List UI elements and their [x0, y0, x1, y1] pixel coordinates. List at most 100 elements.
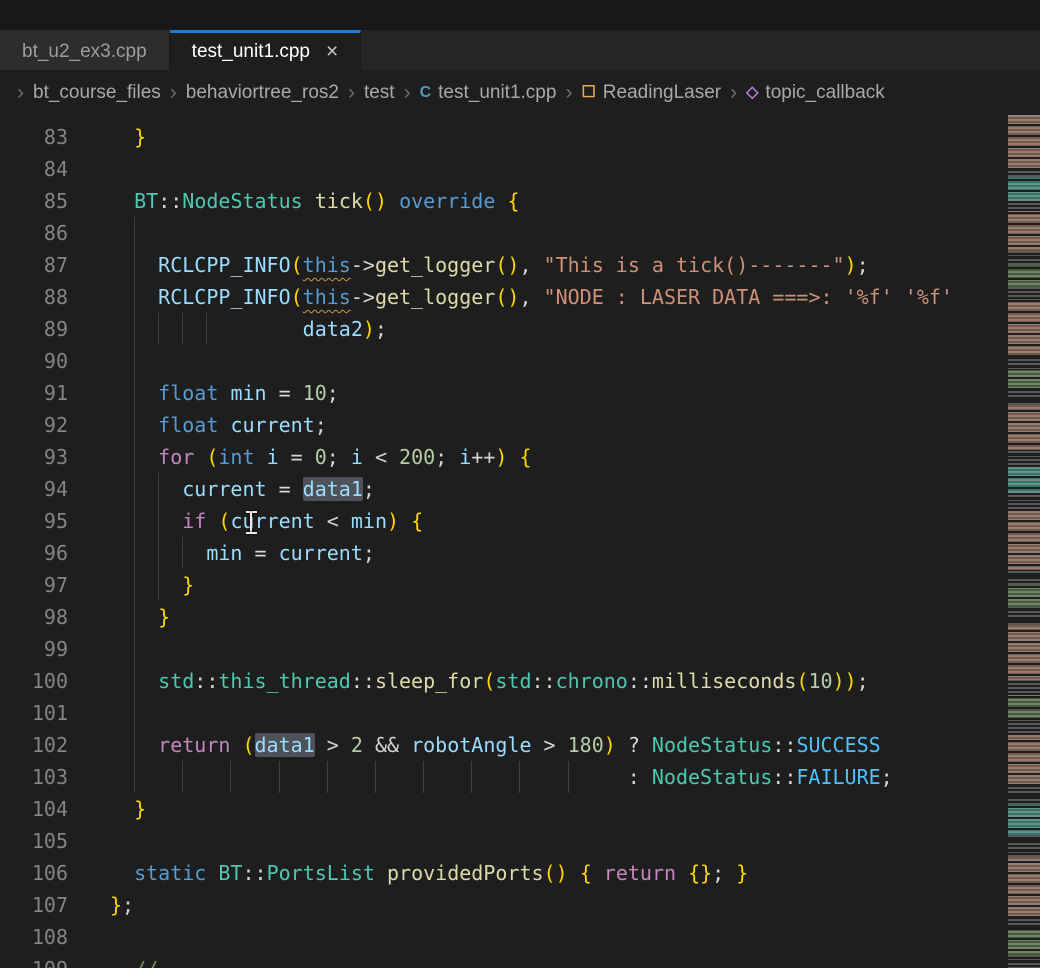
- code-lines: 83 }8485 BT::NodeStatus tick() override …: [0, 115, 1008, 968]
- line-number[interactable]: 101: [0, 697, 68, 729]
- breadcrumb: ›bt_course_files›behaviortree_ros2›test›…: [0, 70, 1040, 115]
- line-number[interactable]: 90: [0, 345, 68, 377]
- code-line[interactable]: 106 static BT::PortsList providedPorts()…: [0, 857, 1008, 889]
- line-number[interactable]: 83: [0, 121, 68, 153]
- code-token: [110, 957, 134, 968]
- code-line[interactable]: 92 float current;: [0, 409, 1008, 441]
- code-token: current: [279, 541, 363, 565]
- code-line[interactable]: 89 data2);: [0, 313, 1008, 345]
- code-token: ::: [194, 669, 218, 693]
- breadcrumb-item-test_unit1.cpp[interactable]: Ctest_unit1.cpp: [420, 82, 557, 104]
- code-line[interactable]: 109 //----------------------------------…: [0, 953, 1008, 968]
- line-number[interactable]: 99: [0, 633, 68, 665]
- code-line[interactable]: 90: [0, 345, 1008, 377]
- code-line[interactable]: 95 if (current < min) {: [0, 505, 1008, 537]
- code-line[interactable]: 86: [0, 217, 1008, 249]
- line-number[interactable]: 94: [0, 473, 68, 505]
- code-line[interactable]: 96 min = current;: [0, 537, 1008, 569]
- code-token: static: [134, 861, 206, 885]
- code-token: [110, 541, 206, 565]
- class-symbol-icon: ☐: [581, 85, 595, 101]
- code-token: 10: [808, 669, 832, 693]
- code-token: [206, 509, 218, 533]
- code-token: if: [182, 509, 206, 533]
- breadcrumb-item-bt_course_files[interactable]: bt_course_files: [33, 82, 161, 104]
- code-line[interactable]: 91 float min = 10;: [0, 377, 1008, 409]
- line-number[interactable]: 100: [0, 665, 68, 697]
- code-token: return: [604, 861, 676, 885]
- line-number[interactable]: 93: [0, 441, 68, 473]
- line-number[interactable]: 95: [0, 505, 68, 537]
- line-number[interactable]: 109: [0, 953, 68, 968]
- code-line[interactable]: 104 }: [0, 793, 1008, 825]
- line-number[interactable]: 91: [0, 377, 68, 409]
- line-number[interactable]: 89: [0, 313, 68, 345]
- line-number[interactable]: 98: [0, 601, 68, 633]
- code-token: robotAngle: [411, 733, 531, 757]
- line-number[interactable]: 103: [0, 761, 68, 793]
- tab-test_unit1.cpp[interactable]: test_unit1.cpp×: [170, 30, 362, 70]
- code-line[interactable]: 87 RCLCPP_INFO(this->get_logger(), "This…: [0, 249, 1008, 281]
- minimap[interactable]: [1008, 115, 1040, 968]
- code-line[interactable]: 108: [0, 921, 1008, 953]
- code-line[interactable]: 99: [0, 633, 1008, 665]
- line-number[interactable]: 104: [0, 793, 68, 825]
- line-number[interactable]: 92: [0, 409, 68, 441]
- indent-guide: [134, 345, 135, 377]
- code-token: ,: [519, 253, 543, 277]
- code-token: BT: [218, 861, 242, 885]
- breadcrumb-item-test[interactable]: test: [364, 82, 395, 104]
- code-token: std: [495, 669, 531, 693]
- line-number[interactable]: 107: [0, 889, 68, 921]
- line-number[interactable]: 108: [0, 921, 68, 953]
- tab-close-button[interactable]: ×: [326, 41, 338, 62]
- code-token: ;: [435, 445, 459, 469]
- breadcrumb-item-topic_callback[interactable]: ◇topic_callback: [746, 82, 885, 104]
- chevron-right-icon: ›: [17, 81, 24, 105]
- code-token: override: [399, 189, 495, 213]
- line-number[interactable]: 102: [0, 729, 68, 761]
- code-line[interactable]: 97 }: [0, 569, 1008, 601]
- code-line[interactable]: 88 RCLCPP_INFO(this->get_logger(), "NODE…: [0, 281, 1008, 313]
- code-line[interactable]: 83 }: [0, 121, 1008, 153]
- code-token: }: [158, 605, 170, 629]
- code-line[interactable]: 94 current = data1;: [0, 473, 1008, 505]
- code-line[interactable]: 103 : NodeStatus::FAILURE;: [0, 761, 1008, 793]
- code-token: [303, 189, 315, 213]
- code-line[interactable]: 93 for (int i = 0; i < 200; i++) {: [0, 441, 1008, 473]
- line-number[interactable]: 87: [0, 249, 68, 281]
- code-token: return: [158, 733, 230, 757]
- code-line[interactable]: 84: [0, 153, 1008, 185]
- line-number[interactable]: 106: [0, 857, 68, 889]
- code-token: ): [604, 733, 616, 757]
- code-line[interactable]: 98 }: [0, 601, 1008, 633]
- code-token: NodeStatus: [182, 189, 302, 213]
- line-number[interactable]: 88: [0, 281, 68, 313]
- breadcrumb-label: bt_course_files: [33, 82, 161, 104]
- code-token: ): [387, 509, 399, 533]
- line-number[interactable]: 96: [0, 537, 68, 569]
- code-line[interactable]: 85 BT::NodeStatus tick() override {: [0, 185, 1008, 217]
- code-line[interactable]: 105: [0, 825, 1008, 857]
- code-token: [110, 669, 158, 693]
- code-token: ;: [375, 317, 387, 341]
- code-line[interactable]: 102 return (data1 > 2 && robotAngle > 18…: [0, 729, 1008, 761]
- line-number[interactable]: 84: [0, 153, 68, 185]
- code-token: [507, 445, 519, 469]
- code-editor[interactable]: 83 }8485 BT::NodeStatus tick() override …: [0, 115, 1008, 968]
- line-number[interactable]: 86: [0, 217, 68, 249]
- code-line[interactable]: 101: [0, 697, 1008, 729]
- chevron-right-icon: ›: [170, 81, 177, 105]
- code-token: =: [267, 477, 303, 501]
- code-line[interactable]: 107};: [0, 889, 1008, 921]
- line-number[interactable]: 85: [0, 185, 68, 217]
- breadcrumb-item-behaviortree_ros2[interactable]: behaviortree_ros2: [186, 82, 339, 104]
- code-line[interactable]: 100 std::this_thread::sleep_for(std::chr…: [0, 665, 1008, 697]
- tab-bt_u2_ex3.cpp[interactable]: bt_u2_ex3.cpp: [0, 30, 170, 70]
- line-number[interactable]: 105: [0, 825, 68, 857]
- code-token: SUCCESS: [796, 733, 880, 757]
- code-token: 10: [303, 381, 327, 405]
- breadcrumb-item-ReadingLaser[interactable]: ☐ReadingLaser: [581, 82, 721, 104]
- code-token: [110, 125, 134, 149]
- line-number[interactable]: 97: [0, 569, 68, 601]
